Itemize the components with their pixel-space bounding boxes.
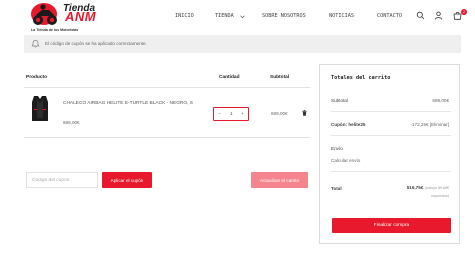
site-logo[interactable]: Tienda ANM La Tienda de los Motoristas bbox=[30, 2, 104, 32]
bell-icon bbox=[31, 39, 40, 48]
product-name-link[interactable]: CHALECO AIRBAG HELITE E-TURTLE BLACK - N… bbox=[63, 101, 201, 108]
logo-tagline: La Tienda de los Motoristas bbox=[31, 28, 79, 32]
product-thumbnail[interactable] bbox=[28, 94, 52, 124]
totals-divider bbox=[331, 135, 451, 136]
trash-icon[interactable] bbox=[302, 110, 307, 116]
site-header: Tienda ANM La Tienda de los Motoristas I… bbox=[0, 0, 475, 34]
total-tax-note-line2: impuestos) bbox=[431, 194, 449, 198]
checkout-button[interactable]: Finalizar compra bbox=[332, 218, 451, 233]
table-row-divider bbox=[24, 137, 310, 138]
column-header-subtotal: Subtotal bbox=[270, 75, 290, 80]
total-value: 516,75€ bbox=[406, 185, 424, 190]
totals-divider bbox=[331, 171, 451, 172]
order-total: 516,75€ (incluye 89,68€ impuestos) bbox=[407, 184, 449, 200]
nav-item-sobre-nosotros[interactable]: SOBRE NOSOTROS bbox=[262, 13, 306, 19]
coupon-applied-notice: El código de cupón se ha aplicado correc… bbox=[24, 35, 461, 53]
nav-item-tienda-label: TIENDA bbox=[215, 13, 234, 19]
quantity-value[interactable]: 1 bbox=[230, 112, 233, 117]
chevron-down-icon bbox=[240, 15, 245, 18]
line-subtotal: 689,00€ bbox=[271, 111, 288, 116]
coupon-code-input[interactable] bbox=[26, 172, 98, 188]
notice-text: El código de cupón se ha aplicado correc… bbox=[45, 41, 147, 46]
column-header-quantity: Cantidad bbox=[219, 75, 240, 80]
quantity-stepper: − 1 + bbox=[213, 107, 249, 121]
cart-totals-title: Totales del carrito bbox=[331, 75, 391, 81]
apply-coupon-button[interactable]: Aplicar el cupón bbox=[102, 172, 152, 188]
coupon-label: Cupón: helite25 bbox=[331, 122, 366, 127]
shipping-label: Envío bbox=[331, 146, 343, 151]
motorcycle-logo-icon bbox=[31, 3, 57, 25]
subtotal-value: 689,00€ bbox=[432, 98, 449, 103]
total-label: Total bbox=[331, 186, 342, 191]
coupon-discount-value[interactable]: -172,25€ [Eliminar] bbox=[410, 122, 449, 127]
subtotal-label: Subtotal bbox=[331, 98, 348, 103]
nav-item-contacto[interactable]: CONTACTO bbox=[377, 13, 402, 19]
table-header-divider bbox=[24, 87, 310, 88]
cart-count-badge: 2 bbox=[461, 9, 467, 15]
search-icon[interactable] bbox=[416, 11, 425, 20]
product-price: 689,00€ bbox=[63, 120, 80, 125]
column-header-product: Producto bbox=[26, 75, 48, 80]
total-tax-note-line1: (incluye 89,68€ bbox=[424, 186, 449, 190]
nav-item-inicio[interactable]: INICIO bbox=[175, 13, 194, 19]
user-icon[interactable] bbox=[434, 11, 443, 20]
quantity-increase-button[interactable]: + bbox=[241, 112, 244, 117]
logo-line2: ANM bbox=[65, 9, 97, 24]
quantity-decrease-button[interactable]: − bbox=[218, 112, 221, 117]
totals-divider bbox=[331, 111, 451, 112]
nav-item-noticias[interactable]: NOTICIAS bbox=[329, 13, 354, 19]
nav-item-tienda[interactable]: TIENDA bbox=[215, 13, 245, 19]
calculate-shipping-link[interactable]: Calcular envío bbox=[331, 158, 360, 163]
update-cart-button[interactable]: Actualizar el carrito bbox=[251, 172, 308, 188]
cart-totals-panel: Totales del carrito Subtotal 689,00€ Cup… bbox=[319, 64, 460, 244]
